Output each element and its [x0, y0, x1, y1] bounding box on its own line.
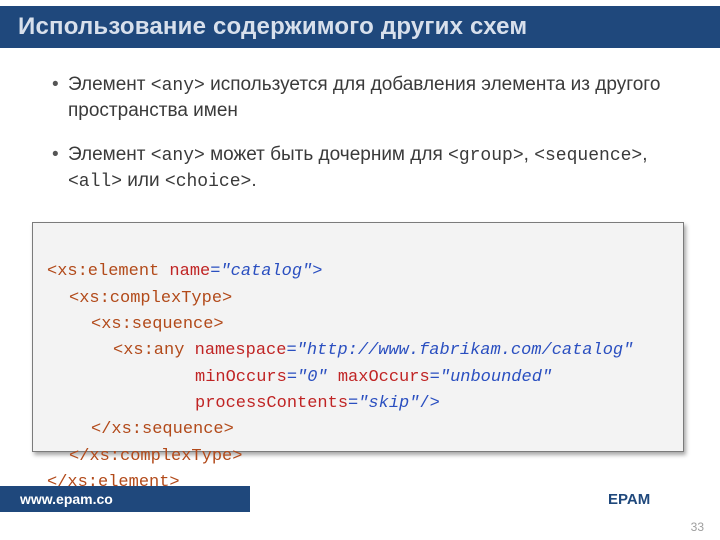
page-number: 33	[691, 520, 704, 534]
text: ,	[642, 144, 647, 165]
code-line: <xs:any namespace="http://www.fabrikam.c…	[113, 338, 633, 364]
text: .	[251, 170, 256, 191]
footer-center	[250, 486, 600, 512]
code-line: </xs:complexType>	[69, 444, 242, 470]
bullet-item: • Элемент <any> может быть дочерним для …	[52, 142, 690, 195]
footer-right: EPAM	[600, 486, 720, 512]
inline-code: <choice>	[165, 172, 251, 192]
footer-left: www.epam.co	[0, 486, 250, 512]
footer: www.epam.co EPAM	[0, 486, 720, 512]
bullet-text: Элемент <any> может быть дочерним для <g…	[68, 142, 690, 195]
bullet-dot-icon: •	[52, 142, 68, 195]
text: Элемент	[68, 144, 151, 165]
code-block: <xs:element name="catalog"> <xs:complexT…	[32, 222, 684, 452]
inline-code: <group>	[448, 146, 524, 166]
code-line: <xs:element name="catalog">	[47, 262, 322, 281]
slide-body: • Элемент <any> используется для добавле…	[0, 58, 720, 213]
inline-code: <sequence>	[534, 146, 642, 166]
slide-title: Использование содержимого других схем	[18, 13, 527, 41]
bullet-text: Элемент <any> используется для добавлени…	[68, 72, 690, 124]
text: может быть дочерним для	[205, 144, 448, 165]
code-line: processContents="skip"/>	[195, 391, 440, 417]
bullet-item: • Элемент <any> используется для добавле…	[52, 72, 690, 124]
code-line: <xs:complexType>	[69, 286, 232, 312]
code-line: minOccurs="0" maxOccurs="unbounded"	[195, 365, 552, 391]
title-bar: Использование содержимого других схем	[0, 6, 720, 48]
inline-code: <all>	[68, 172, 122, 192]
text: Элемент	[68, 74, 151, 95]
slide: Использование содержимого других схем • …	[0, 0, 720, 540]
code-line: </xs:sequence>	[91, 417, 234, 443]
bullet-dot-icon: •	[52, 72, 68, 124]
text: ,	[524, 144, 535, 165]
inline-code: <any>	[151, 76, 205, 96]
inline-code: <any>	[151, 146, 205, 166]
code-line: <xs:sequence>	[91, 312, 224, 338]
text: или	[122, 170, 165, 191]
